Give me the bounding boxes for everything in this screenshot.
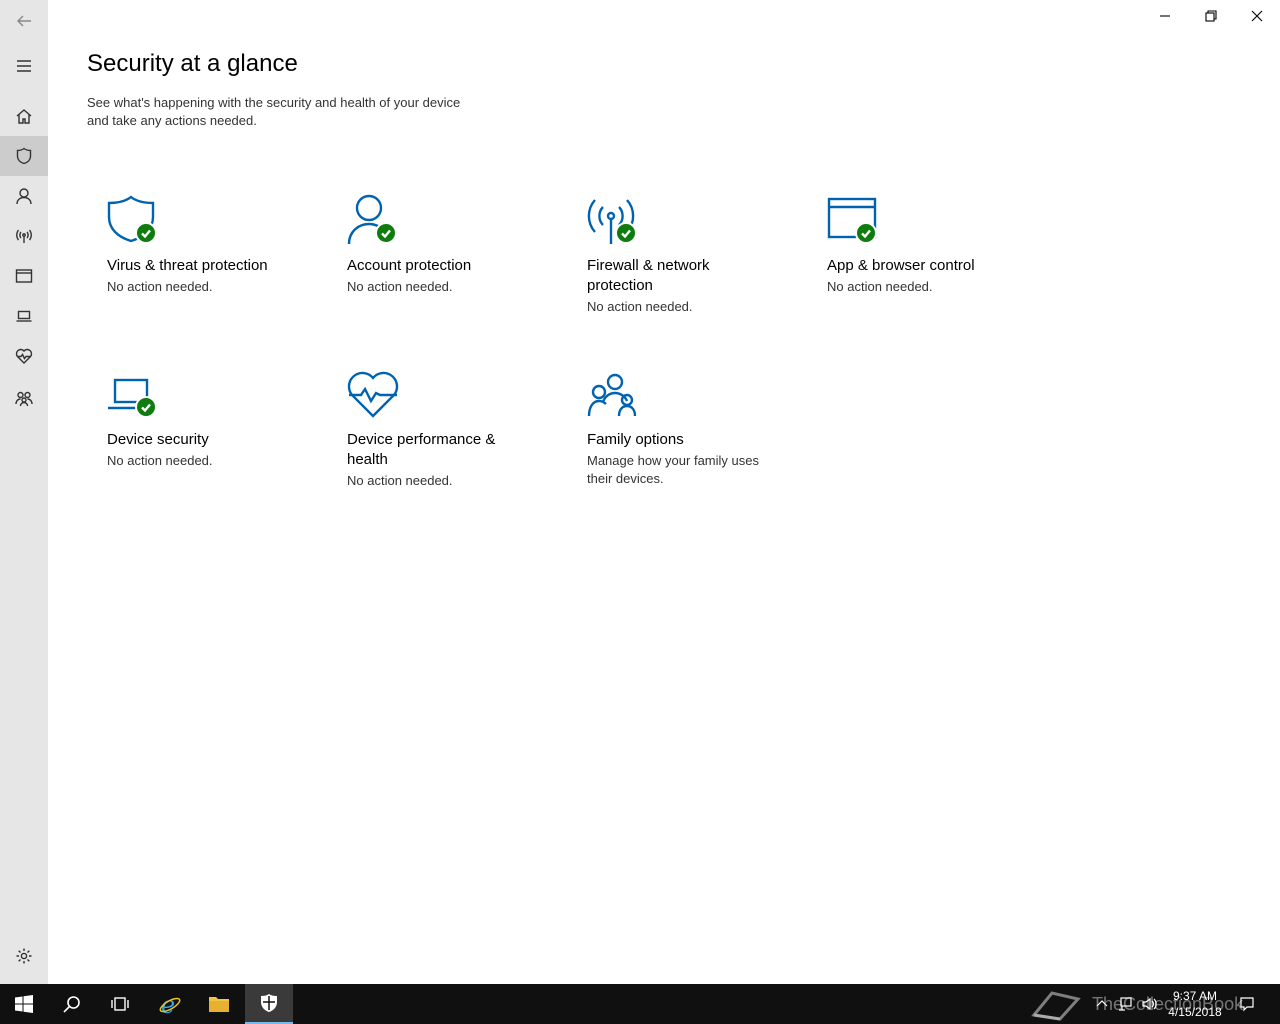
tile-title: Device security	[107, 431, 209, 448]
tile-status: No action needed.	[827, 279, 933, 294]
menu-button[interactable]	[0, 46, 48, 86]
tile-virus-threat-protection[interactable]: Virus & threat protection No action need…	[107, 194, 307, 296]
tile-account-protection[interactable]: Account protection No action needed.	[347, 194, 547, 296]
person-icon	[16, 188, 32, 205]
status-ok-badge	[375, 222, 397, 244]
tile-status: No action needed.	[587, 299, 693, 314]
tile-title: Firewall & network protection	[587, 257, 710, 294]
nav-family-options[interactable]	[0, 378, 48, 418]
status-ok-badge	[615, 222, 637, 244]
nav-device-performance[interactable]	[0, 336, 48, 376]
windows-defender-taskbar-button[interactable]	[245, 984, 293, 1024]
taskbar-clock[interactable]: 9:37 AM 4/15/2018	[1160, 988, 1230, 1020]
nav-virus-threat-protection[interactable]	[0, 136, 48, 176]
chevron-up-icon	[1096, 1000, 1108, 1007]
checkmark-icon	[141, 229, 151, 239]
tile-status: No action needed.	[107, 279, 213, 294]
hamburger-menu-icon	[17, 60, 31, 72]
tile-title: Account protection	[347, 257, 472, 274]
checkmark-icon	[861, 229, 871, 239]
status-ok-badge	[135, 396, 157, 418]
book-icon	[1031, 991, 1081, 1021]
volume-tray-icon[interactable]	[1138, 984, 1160, 1024]
file-explorer-button[interactable]	[195, 984, 243, 1024]
home-icon	[16, 109, 32, 124]
back-button[interactable]	[0, 1, 48, 41]
clock-time: 9:37 AM	[1172, 989, 1218, 1003]
status-ok-badge	[135, 222, 157, 244]
tile-status: No action needed.	[107, 453, 213, 468]
notification-icon	[1240, 997, 1254, 1012]
nav-home[interactable]	[0, 96, 48, 136]
nav-settings[interactable]	[0, 936, 48, 976]
page-subtitle: See what's happening with the security a…	[87, 95, 461, 128]
tile-title: Device performance & health	[347, 431, 496, 468]
volume-icon	[1142, 997, 1157, 1011]
folder-icon	[209, 997, 229, 1012]
page-title: Security at a glance	[87, 50, 298, 77]
show-hidden-icons[interactable]	[1092, 984, 1112, 1024]
nav-firewall[interactable]	[0, 216, 48, 256]
search-button[interactable]	[48, 984, 96, 1024]
svg-text:e: e	[161, 992, 175, 1016]
task-view-button[interactable]	[96, 984, 144, 1024]
tile-family-options[interactable]: Family options Manage how your family us…	[587, 368, 767, 488]
network-icon	[1119, 997, 1132, 1011]
tile-app-browser-control[interactable]: App & browser control No action needed.	[827, 194, 1027, 296]
shield-icon	[16, 147, 32, 165]
minimize-button[interactable]	[1142, 0, 1188, 32]
back-arrow-icon	[17, 15, 31, 27]
laptop-icon	[16, 310, 32, 322]
defender-shield-icon	[261, 994, 277, 1012]
action-center-button[interactable]	[1236, 984, 1258, 1024]
checkmark-icon	[141, 403, 151, 413]
heart-pulse-icon	[347, 371, 399, 418]
tile-device-performance-health[interactable]: Device performance & health No action ne…	[347, 368, 522, 490]
tile-title: Virus & threat protection	[107, 257, 268, 274]
taskbar: e TheCollectionBook 9:37 AM 4/15/2018	[0, 984, 1280, 1024]
gear-icon	[16, 948, 32, 964]
start-button[interactable]	[0, 984, 48, 1024]
close-button[interactable]	[1234, 0, 1280, 32]
tile-title: Family options	[587, 431, 684, 448]
status-ok-badge	[855, 222, 877, 244]
close-icon	[1251, 10, 1263, 22]
family-icon	[15, 391, 33, 407]
tile-status: No action needed.	[347, 279, 453, 294]
navigation-rail	[0, 0, 48, 984]
internet-explorer-icon: e	[159, 992, 181, 1016]
nav-account-protection[interactable]	[0, 176, 48, 216]
nav-app-browser-control[interactable]	[0, 256, 48, 296]
tile-status: Manage how your family uses their device…	[587, 453, 759, 486]
restore-button[interactable]	[1188, 0, 1234, 32]
checkmark-icon	[621, 229, 631, 239]
tile-status: No action needed.	[347, 473, 453, 488]
app-window-icon	[15, 269, 33, 283]
family-icon	[587, 373, 637, 417]
restore-icon	[1205, 10, 1217, 22]
tile-firewall-network-protection[interactable]: Firewall & network protection No action …	[587, 194, 762, 316]
tile-title: App & browser control	[827, 257, 975, 274]
minimize-icon	[1160, 15, 1170, 17]
tile-device-security[interactable]: Device security No action needed.	[107, 368, 307, 470]
windows-logo-icon	[15, 995, 33, 1013]
task-view-icon	[111, 997, 129, 1011]
heart-pulse-icon	[15, 348, 33, 364]
nav-device-security[interactable]	[0, 296, 48, 336]
wireless-icon	[16, 229, 32, 243]
edge-browser-button[interactable]: e	[146, 984, 194, 1024]
network-tray-icon[interactable]	[1114, 984, 1136, 1024]
search-icon	[63, 996, 80, 1013]
checkmark-icon	[381, 229, 391, 239]
clock-date: 4/15/2018	[1168, 1005, 1222, 1019]
